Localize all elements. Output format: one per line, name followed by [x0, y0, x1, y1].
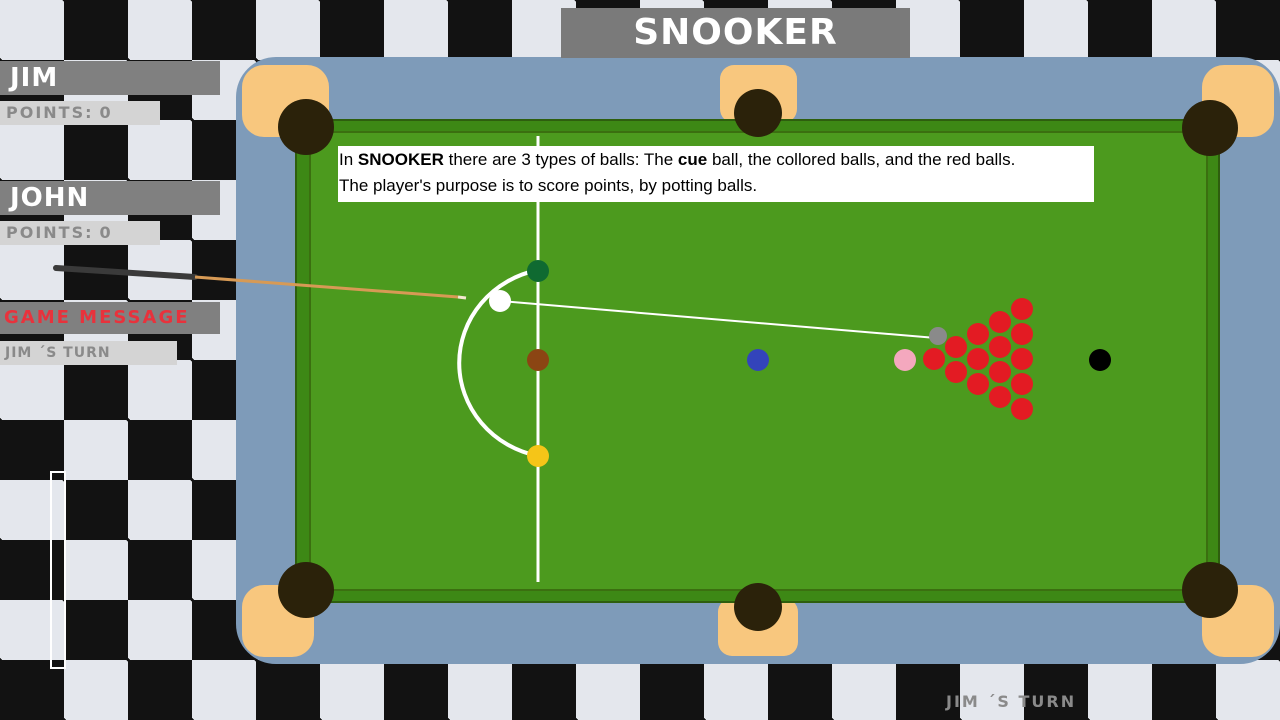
red-ball	[989, 361, 1011, 383]
player-1-points-value: 0	[99, 103, 113, 122]
player-1-points-label: POINTS:	[6, 103, 94, 122]
player-2-points-label: POINTS:	[6, 223, 94, 242]
red-ball	[945, 336, 967, 358]
rules-info-line-2: The player's purpose is to score points,…	[339, 176, 758, 195]
rules-text: ball, the collored balls, and the red ba…	[707, 150, 1016, 169]
red-ball	[1011, 373, 1033, 395]
snooker-table[interactable]	[0, 0, 1280, 720]
red-ball	[967, 323, 989, 345]
red-ball	[967, 348, 989, 370]
pocket-bottom-right	[1182, 562, 1238, 618]
game-message-label: GAME MESSAGE	[0, 302, 220, 334]
red-ball	[989, 311, 1011, 333]
red-ball	[989, 336, 1011, 358]
pocket-top-middle	[734, 89, 782, 137]
cue-stick-butt	[53, 265, 198, 280]
pocket-top-right	[1182, 100, 1238, 156]
ghost-ball	[929, 327, 947, 345]
pocket-bottom-left	[278, 562, 334, 618]
red-ball	[1011, 398, 1033, 420]
red-ball	[923, 348, 945, 370]
game-message-text: JIM ´S TURN	[0, 341, 177, 365]
player-2-name: JOHN	[0, 181, 220, 215]
red-ball	[945, 361, 967, 383]
red-ball	[1011, 348, 1033, 370]
pocket-top-left	[278, 99, 334, 155]
cue-ball[interactable]	[489, 290, 511, 312]
player-2-points-value: 0	[99, 223, 113, 242]
shot-power-bar[interactable]	[50, 471, 66, 669]
rules-text: there are 3 types of balls: The	[443, 150, 678, 169]
brown-ball	[527, 349, 549, 371]
green-ball	[527, 260, 549, 282]
black-ball	[1089, 349, 1111, 371]
rules-info-box: In SNOOKER there are 3 types of balls: T…	[338, 146, 1094, 202]
rules-text: In	[339, 150, 358, 169]
red-ball	[989, 386, 1011, 408]
turn-indicator: JIM ´S TURN	[946, 692, 1077, 711]
rules-text-bold: cue	[677, 150, 708, 169]
pink-ball	[894, 349, 916, 371]
rules-text-bold: SNOOKER	[357, 150, 444, 169]
pocket-bottom-middle	[734, 583, 782, 631]
yellow-ball	[527, 445, 549, 467]
player-1-points: POINTS: 0	[0, 101, 160, 125]
blue-ball	[747, 349, 769, 371]
player-1-name: JIM	[0, 61, 220, 95]
rules-info-line-1: In SNOOKER there are 3 types of balls: T…	[339, 147, 1094, 173]
game-title: SNOOKER	[561, 8, 910, 58]
red-ball	[967, 373, 989, 395]
red-ball	[1011, 323, 1033, 345]
red-ball	[1011, 298, 1033, 320]
player-2-points: POINTS: 0	[0, 221, 160, 245]
cue-stick-tip	[457, 295, 467, 300]
